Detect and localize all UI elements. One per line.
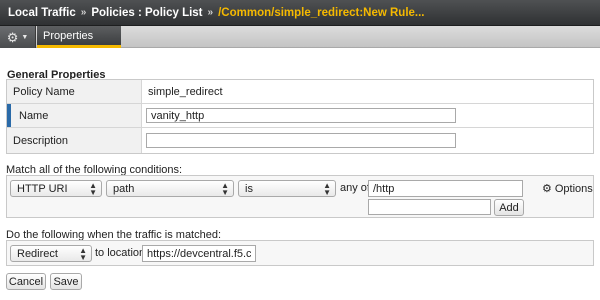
name-row: Name [7, 104, 593, 128]
select-arrows-icon: ▲ ▼ [79, 246, 87, 262]
to-location-label: to location [95, 247, 146, 259]
breadcrumb-separator: » [207, 7, 214, 18]
tab-properties[interactable]: Properties [37, 26, 121, 48]
new-condition-value-input[interactable] [368, 199, 491, 215]
condition-selector-value: path [113, 182, 135, 195]
add-value-button[interactable]: Add [494, 199, 524, 216]
redirect-location-input[interactable] [142, 245, 256, 262]
conditions-panel: HTTP URI ▲▼ path ▲▼ is ▲▼ any of Add ⚙ O… [6, 175, 594, 218]
options-button[interactable]: ⚙ Options [542, 182, 593, 196]
condition-operator-value: is [245, 182, 253, 195]
description-label: Description [7, 128, 142, 153]
condition-operand-value: HTTP URI [17, 182, 68, 195]
action-value: Redirect [17, 247, 58, 260]
cancel-button[interactable]: Cancel [6, 273, 46, 290]
name-input[interactable] [146, 108, 456, 123]
description-input[interactable] [146, 133, 456, 148]
policy-name-value: simple_redirect [148, 85, 223, 98]
condition-operand-select[interactable]: HTTP URI ▲ ▼ [10, 180, 102, 197]
options-label: Options [554, 182, 593, 195]
select-arrows-icon: ▲ ▼ [323, 181, 331, 197]
breadcrumb-separator: » [80, 7, 87, 18]
condition-selector-select[interactable]: path ▲ ▼ [106, 180, 234, 197]
save-button[interactable]: Save [50, 273, 82, 290]
policy-name-row: Policy Name simple_redirect [7, 80, 593, 104]
select-arrows-icon: ▲ ▼ [89, 181, 97, 197]
description-row: Description [7, 128, 593, 153]
condition-value-list[interactable] [368, 180, 523, 197]
gear-icon: ⚙ [542, 183, 552, 195]
chevron-down-icon: ▼ [21, 33, 29, 41]
breadcrumb: Local Traffic » Policies : Policy List »… [0, 0, 600, 26]
name-label: Name [7, 104, 142, 127]
gear-icon: ⚙ [6, 29, 19, 45]
tab-bar: ⚙ ▼ Properties [0, 26, 600, 48]
breadcrumb-current-page: /Common/simple_redirect:New Rule... [218, 6, 425, 19]
any-of-label: any of [340, 182, 370, 194]
select-arrows-icon: ▲ ▼ [221, 181, 229, 197]
gear-menu-button[interactable]: ⚙ ▼ [0, 26, 36, 48]
policy-name-label: Policy Name [7, 80, 142, 103]
breadcrumb-policy-list[interactable]: Policies : Policy List [91, 7, 202, 19]
actions-panel: Redirect ▲ ▼ to location [6, 240, 594, 266]
general-properties-table: Policy Name simple_redirect Name Descrip… [6, 79, 594, 154]
condition-operator-select[interactable]: is ▲ ▼ [238, 180, 336, 197]
breadcrumb-local-traffic[interactable]: Local Traffic [8, 7, 76, 19]
action-select[interactable]: Redirect ▲ ▼ [10, 245, 92, 262]
